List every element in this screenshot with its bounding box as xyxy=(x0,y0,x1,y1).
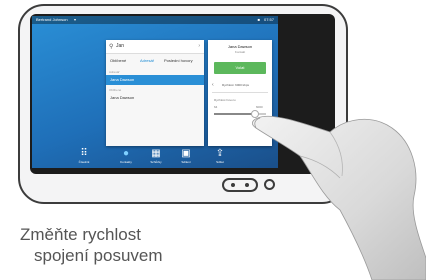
caption-line-2: spojení posuvem xyxy=(34,246,163,265)
section-label-favorites: Oblíbené xyxy=(109,88,122,92)
keypad-icon: ⠿ xyxy=(80,148,88,159)
call-card: Jana Dawson Kontakt Volat ‹ Rychlost: 60… xyxy=(208,40,272,146)
call-button[interactable]: Volat xyxy=(214,62,266,74)
toolbar-label: Sdílet xyxy=(216,160,224,164)
contacts-tabs: Oblíbené Adresář Poslední hovory xyxy=(106,56,204,66)
status-user-name[interactable]: Bertrand Johnson xyxy=(36,17,68,22)
card-contact-name: Jana Dawson xyxy=(227,44,253,49)
slider-thumb[interactable] xyxy=(250,110,259,118)
toolbar-label: Sdílení xyxy=(181,160,191,164)
toolbar-video[interactable]: ▣ Sdílení xyxy=(172,148,200,164)
rate-min-label: 64 xyxy=(214,105,218,109)
volume-down-icon xyxy=(231,183,235,187)
list-item[interactable]: Jana Dawson xyxy=(106,93,204,103)
contacts-panel: ⚲ Jan › Oblíbené Adresář Poslední hovory… xyxy=(106,40,204,146)
search-icon: ⚲ xyxy=(109,44,114,50)
rate-max-label: 6000 xyxy=(256,105,263,109)
mute-button[interactable] xyxy=(222,178,258,192)
chevron-down-icon[interactable]: ▾ xyxy=(74,17,76,22)
tab-favorites[interactable]: Oblíbené xyxy=(110,58,126,63)
tab-directory[interactable]: Adresář xyxy=(140,58,154,63)
divider xyxy=(212,92,268,93)
card-contact-subtitle: Kontakt xyxy=(234,50,246,54)
toolbar-label: Kontakty xyxy=(120,160,132,164)
bottom-toolbar: ⠿ Číselník ● Kontakty ▦ Schůzky ▣ Sdílen… xyxy=(32,146,278,168)
search-input[interactable]: ⚲ Jan › xyxy=(106,40,204,54)
status-bar: Bertrand Johnson ▾ ■ 07:57 xyxy=(32,16,278,24)
volume-up-icon xyxy=(245,183,249,187)
share-icon: ⇪ xyxy=(215,148,225,159)
toolbar-label: Schůzky xyxy=(150,160,162,164)
status-time: 07:57 xyxy=(263,17,274,22)
instruction-caption: Změňte rychlost spojení posuvem xyxy=(20,224,190,266)
camera-icon[interactable]: ■ xyxy=(258,17,260,22)
call-rate-slider[interactable] xyxy=(214,110,266,118)
contacts-icon: ● xyxy=(122,148,130,159)
home-button[interactable] xyxy=(264,179,275,190)
toolbar-keypad[interactable]: ⠿ Číselník xyxy=(70,148,98,164)
rate-label: Rychlost hovoru xyxy=(214,98,236,102)
caption-line-1: Změňte rychlost xyxy=(20,225,141,244)
toolbar-contacts[interactable]: ● Kontakty xyxy=(112,148,140,164)
calendar-icon: ▦ xyxy=(151,148,161,159)
slider-fill xyxy=(214,113,255,115)
tab-recents[interactable]: Poslední hovory xyxy=(164,58,193,63)
section-label-directory: Adresář xyxy=(109,70,120,74)
video-icon: ▣ xyxy=(181,148,191,159)
search-query: Jan xyxy=(116,43,125,49)
card-call-rate-value: Rychlost: 6000 kbps xyxy=(222,83,250,87)
toolbar-share[interactable]: ⇪ Sdílet xyxy=(206,148,234,164)
toolbar-meetings[interactable]: ▦ Schůzky xyxy=(142,148,170,164)
chevron-right-icon[interactable]: › xyxy=(198,43,200,49)
back-chevron-icon[interactable]: ‹ xyxy=(212,82,214,88)
toolbar-label: Číselník xyxy=(78,160,90,164)
list-item[interactable]: Jana Dawson xyxy=(106,75,204,85)
touch-screen: Bertrand Johnson ▾ ■ 07:57 ⚲ Jan › Oblíb… xyxy=(32,16,278,168)
